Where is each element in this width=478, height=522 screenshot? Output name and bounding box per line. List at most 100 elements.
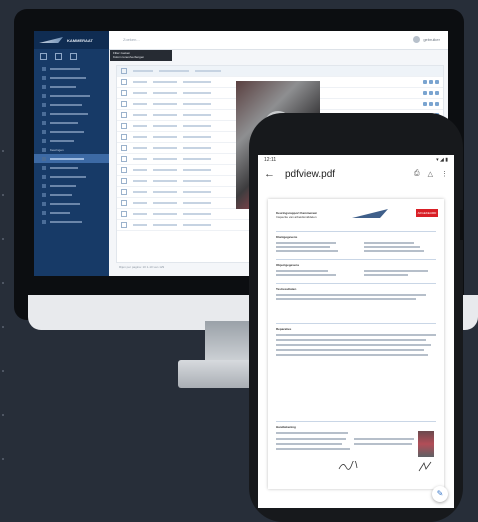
- table-pagination[interactable]: Rijen per pagina: 10 1-10 van 129: [119, 265, 164, 269]
- row-actions[interactable]: [423, 102, 443, 106]
- view-icon[interactable]: [423, 91, 427, 95]
- section-heading: Reparaties: [276, 327, 292, 331]
- phone-screen: 12:11 ▾ ◢ ▮ ← pdfview.pdf ⎙ △ ⋮ Keurings…: [258, 155, 454, 508]
- row-checkbox[interactable]: [121, 189, 127, 195]
- row-checkbox[interactable]: [121, 222, 127, 228]
- menu-icon: [42, 66, 46, 71]
- user-menu[interactable]: gebruiker: [413, 36, 440, 43]
- sidebar-item[interactable]: [34, 82, 109, 91]
- menu-icon: [42, 93, 46, 98]
- edit-icon[interactable]: [429, 102, 433, 106]
- edit-icon[interactable]: [429, 80, 433, 84]
- document-title: pdfview.pdf: [285, 168, 336, 180]
- row-checkbox[interactable]: [121, 167, 127, 173]
- sidebar-item-active[interactable]: [34, 154, 109, 163]
- sidebar-item[interactable]: [34, 127, 109, 136]
- sidebar-item[interactable]: [34, 190, 109, 199]
- folder-icon: [42, 183, 46, 188]
- sidebar-item[interactable]: [34, 91, 109, 100]
- sidebar-item-keuringen[interactable]: Keuringen: [34, 145, 109, 154]
- share-icon[interactable]: ⎙: [414, 170, 420, 178]
- sidebar-item[interactable]: [34, 73, 109, 82]
- tooltip: Filter zoeken Kolom tonen/verbergen: [110, 50, 172, 61]
- menu-icon: [42, 210, 46, 215]
- top-header: Zoeken... gebruiker: [109, 31, 448, 50]
- section-heading: Handtekening: [276, 425, 296, 429]
- delete-icon[interactable]: [435, 80, 439, 84]
- search-input[interactable]: Zoeken...: [123, 37, 140, 42]
- status-badge: AFGEKEURD: [416, 209, 438, 217]
- status-time: 12:11: [264, 156, 277, 163]
- view-icon[interactable]: [423, 80, 427, 84]
- sidebar-item[interactable]: [34, 199, 109, 208]
- sidebar: KAMMERAAT Keuringen: [34, 31, 109, 276]
- sidebar-item[interactable]: [34, 217, 109, 226]
- pdf-page: Keuringsrapport Kammeraat Inspectie van …: [268, 199, 444, 489]
- section-heading: Testresultaten: [276, 287, 297, 291]
- delete-icon[interactable]: [435, 102, 439, 106]
- row-checkbox[interactable]: [121, 79, 127, 85]
- equipment-photo-thumbnail: [418, 431, 434, 457]
- report-subtitle: Inspectie van arbeidsmiddelen: [276, 215, 317, 219]
- status-bar: 12:11 ▾ ◢ ▮: [258, 155, 454, 164]
- avatar: [413, 36, 421, 43]
- chart-icon[interactable]: [70, 53, 77, 60]
- folder-icon: [42, 147, 46, 152]
- row-checkbox[interactable]: [121, 156, 127, 162]
- drive-icon[interactable]: △: [428, 170, 433, 178]
- signature-icon: [338, 461, 358, 470]
- row-checkbox[interactable]: [121, 145, 127, 151]
- sidebar-item[interactable]: [34, 181, 109, 190]
- row-checkbox[interactable]: [121, 90, 127, 96]
- menu-icon: [42, 84, 46, 89]
- sidebar-item[interactable]: [34, 163, 109, 172]
- tooltip-line: Kolom tonen/verbergen: [113, 55, 145, 59]
- app-bar: ← pdfview.pdf ⎙ △ ⋮: [258, 164, 454, 184]
- select-all-checkbox[interactable]: [121, 68, 127, 74]
- row-checkbox[interactable]: [121, 200, 127, 206]
- brand-name: KAMMERAAT: [67, 37, 93, 43]
- home-icon[interactable]: [40, 53, 47, 60]
- section-heading: Objectgegevens: [276, 263, 300, 267]
- sidebar-item[interactable]: [34, 172, 109, 181]
- back-arrow-icon[interactable]: ←: [264, 168, 275, 180]
- mobile-phone: 12:11 ▾ ◢ ▮ ← pdfview.pdf ⎙ △ ⋮ Keurings…: [249, 113, 463, 522]
- menu-icon: [42, 129, 46, 134]
- row-checkbox[interactable]: [121, 123, 127, 129]
- edit-fab-button[interactable]: ✎: [432, 486, 448, 502]
- row-actions[interactable]: [423, 80, 443, 84]
- sidebar-item[interactable]: [34, 109, 109, 118]
- delete-icon[interactable]: [435, 91, 439, 95]
- menu-icon: [42, 138, 46, 143]
- sidebar-item[interactable]: [34, 136, 109, 145]
- table-header: [117, 66, 443, 77]
- menu-icon: [42, 174, 46, 179]
- row-checkbox[interactable]: [121, 101, 127, 107]
- menu-icon: [42, 165, 46, 170]
- row-checkbox[interactable]: [121, 211, 127, 217]
- user-name: gebruiker: [423, 37, 440, 42]
- sidebar-item[interactable]: [34, 64, 109, 73]
- menu-icon: [42, 75, 46, 80]
- menu-icon: [42, 111, 46, 116]
- edit-icon[interactable]: [429, 91, 433, 95]
- view-icon[interactable]: [423, 102, 427, 106]
- more-vert-icon[interactable]: ⋮: [441, 170, 448, 178]
- brand-logo-icon: [39, 37, 63, 43]
- menu-icon: [42, 192, 46, 197]
- menu-icon: [42, 219, 46, 224]
- row-checkbox[interactable]: [121, 134, 127, 140]
- brand-logo-icon: [352, 209, 388, 218]
- status-icons: ▾ ◢ ▮: [436, 156, 448, 163]
- menu-icon: [42, 120, 46, 125]
- sidebar-item[interactable]: [34, 118, 109, 127]
- app-bar-actions: ⎙ △ ⋮: [414, 170, 448, 178]
- row-actions[interactable]: [423, 91, 443, 95]
- row-checkbox[interactable]: [121, 112, 127, 118]
- sidebar-item[interactable]: [34, 208, 109, 217]
- menu-icon: [42, 102, 46, 107]
- signature-icon: [418, 461, 432, 472]
- row-checkbox[interactable]: [121, 178, 127, 184]
- grid-icon[interactable]: [55, 53, 62, 60]
- sidebar-item[interactable]: [34, 100, 109, 109]
